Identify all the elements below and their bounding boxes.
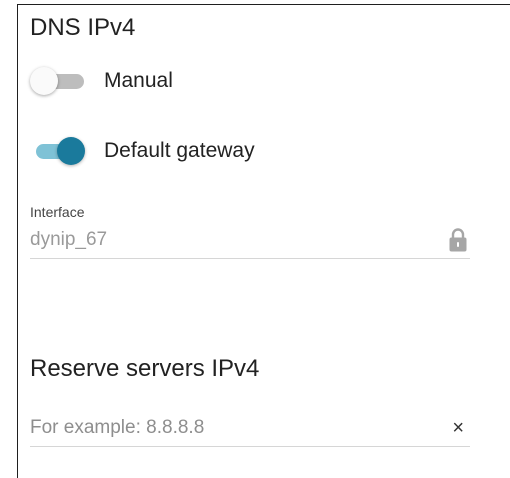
interface-field: Interface xyxy=(30,204,470,259)
reserve-servers-ipv4-title: Reserve servers IPv4 xyxy=(30,355,260,382)
default-gateway-toggle-knob xyxy=(57,137,85,165)
clear-icon[interactable]: × xyxy=(452,418,464,438)
dns-ipv4-title: DNS IPv4 xyxy=(30,14,136,41)
reserve-server-field[interactable]: × xyxy=(30,410,470,447)
default-gateway-toggle-label: Default gateway xyxy=(104,139,255,162)
manual-toggle-row[interactable]: Manual xyxy=(30,64,173,98)
interface-field-row xyxy=(30,222,470,259)
manual-toggle[interactable] xyxy=(30,64,90,98)
default-gateway-toggle[interactable] xyxy=(30,134,90,168)
manual-toggle-knob xyxy=(30,67,58,95)
interface-input xyxy=(30,229,410,251)
reserve-server-field-row: × xyxy=(30,410,470,447)
default-gateway-toggle-row[interactable]: Default gateway xyxy=(30,134,255,168)
lock-icon xyxy=(449,228,467,252)
manual-toggle-label: Manual xyxy=(104,69,173,92)
reserve-server-input[interactable] xyxy=(30,417,410,439)
interface-field-label: Interface xyxy=(30,204,85,220)
